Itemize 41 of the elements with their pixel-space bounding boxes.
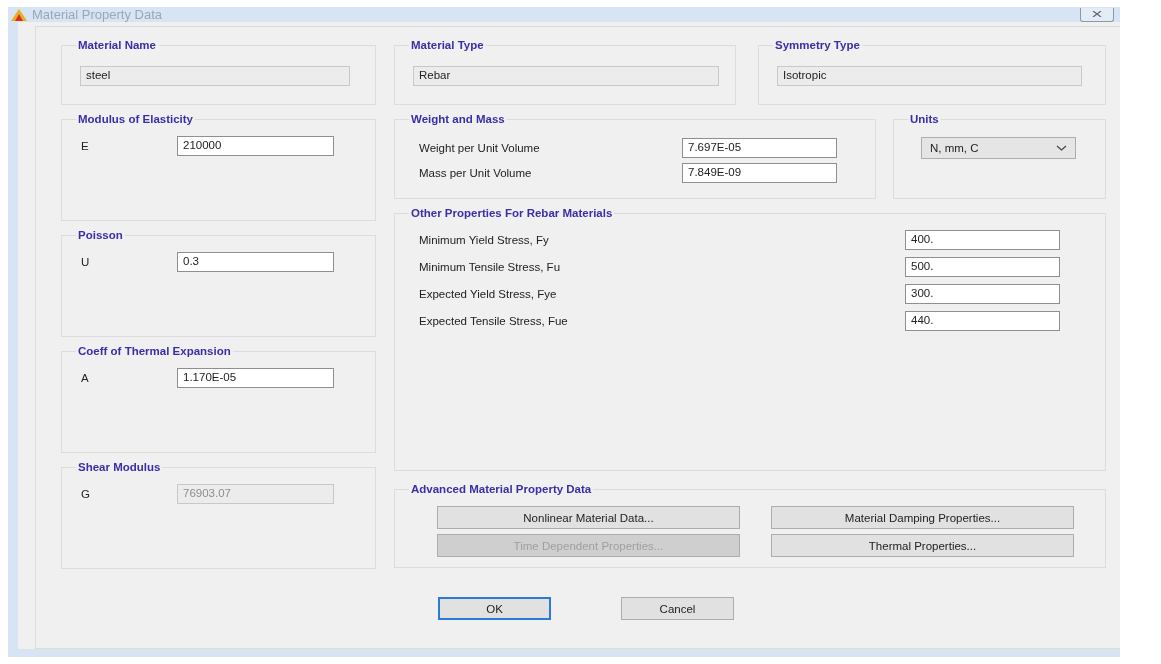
number-field[interactable]: 440. [905,311,1060,331]
chevron-down-icon [1056,145,1067,151]
group-title: Material Name [76,39,158,52]
property-button[interactable]: Material Damping Properties... [771,506,1074,529]
number-field[interactable]: 210000 [177,136,334,156]
group-title: Symmetry Type [773,39,862,52]
field-label: Expected Tensile Stress, Fue [419,315,569,327]
group-title: Advanced Material Property Data [409,483,594,496]
symbol-label: E [81,140,90,152]
number-field[interactable]: 0.3 [177,252,334,272]
symbol-label: U [81,256,91,268]
field-label: Expected Yield Stress, Fye [419,288,558,300]
number-field[interactable]: 7.697E-05 [682,138,837,158]
group-title: Poisson [76,229,125,242]
units-dropdown[interactable]: N, mm, C [921,137,1076,159]
number-field[interactable]: 7.849E-09 [682,163,837,183]
property-button[interactable]: Thermal Properties... [771,534,1074,557]
group-title: Material Type [409,39,486,52]
number-field[interactable]: 400. [905,230,1060,250]
group-title: Other Properties For Rebar Materials [409,207,615,220]
group-title: Shear Modulus [76,461,163,474]
dialog-button[interactable]: OK [438,597,551,620]
close-icon [1092,11,1102,17]
symbol-label: G [81,488,91,500]
number-field[interactable]: 500. [905,257,1060,277]
window-title: Material Property Data [32,8,164,21]
close-button[interactable] [1080,7,1114,22]
app-icon [10,9,28,21]
field-label: Mass per Unit Volume [419,167,533,179]
symbol-label: A [81,372,90,384]
field-label: Minimum Tensile Stress, Fu [419,261,562,273]
field-label: Minimum Yield Stress, Fy [419,234,550,246]
group-title: Units [908,113,941,126]
group-title: Weight and Mass [409,113,507,126]
number-field[interactable]: 300. [905,284,1060,304]
number-field[interactable]: 1.170E-05 [177,368,334,388]
group-title: Modulus of Elasticity [76,113,195,126]
field-label: Weight per Unit Volume [419,142,541,154]
dialog-button[interactable]: Cancel [621,597,734,620]
group-title: Coeff of Thermal Expansion [76,345,233,358]
property-button[interactable]: Nonlinear Material Data... [437,506,740,529]
